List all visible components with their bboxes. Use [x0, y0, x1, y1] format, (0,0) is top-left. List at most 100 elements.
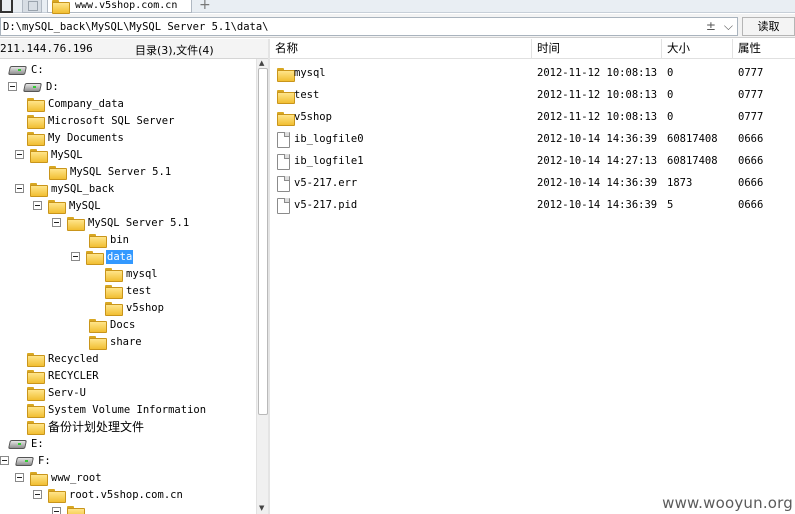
- column-size[interactable]: 大小: [662, 39, 733, 59]
- collapse-icon[interactable]: [52, 218, 61, 227]
- tree-node-label: MySQL Server 5.1: [88, 216, 190, 229]
- tree-node[interactable]: Docs: [89, 316, 136, 333]
- file-attr: 0777: [738, 89, 764, 101]
- file-row[interactable]: v5-217.err 2012-10-14 14:36:39 1873 0666: [270, 173, 795, 195]
- folder-icon: [30, 182, 48, 197]
- file-row[interactable]: ib_logfile1 2012-10-14 14:27:13 60817408 06…: [270, 151, 795, 173]
- tab-site[interactable]: www.v5shop.com.cn: [47, 0, 192, 14]
- drive-icon: [8, 439, 26, 449]
- tree-node[interactable]: MySQL Server 5.1: [49, 163, 172, 180]
- file-icon: [277, 154, 290, 170]
- tree-node-label: MySQL Server 5.1: [70, 165, 172, 178]
- new-tab-button[interactable]: +: [199, 0, 211, 12]
- file-name: v5-217.err: [294, 177, 358, 189]
- tree-node[interactable]: My Documents: [27, 129, 125, 146]
- tree-node[interactable]: F:: [0, 452, 52, 469]
- folder-icon: [27, 386, 45, 401]
- folder-icon: [27, 131, 45, 146]
- collapse-icon[interactable]: [8, 82, 17, 91]
- collapse-icon[interactable]: [33, 490, 42, 499]
- file-name: v5shop: [294, 111, 332, 123]
- file-row[interactable]: v5-217.pid 2012-10-14 14:36:39 5 0666: [270, 195, 795, 217]
- tree-node[interactable]: bin: [89, 231, 130, 248]
- tree-node[interactable]: RECYCLER: [27, 367, 100, 384]
- tree-node[interactable]: root.v5shop.com.cn: [33, 486, 184, 503]
- tree-node[interactable]: mySQL_back: [15, 180, 115, 197]
- collapse-icon[interactable]: [33, 201, 42, 210]
- tree-node[interactable]: System Volume Information: [27, 401, 207, 418]
- tree-node[interactable]: C:: [8, 61, 45, 78]
- tree-node[interactable]: Company_data: [27, 95, 125, 112]
- file-name: test: [294, 89, 320, 101]
- collapse-icon[interactable]: [15, 184, 24, 193]
- file-row[interactable]: ib_logfile0 2012-10-14 14:36:39 60817408 06…: [270, 129, 795, 151]
- folder-icon: [89, 233, 107, 248]
- tree-node[interactable]: E:: [8, 435, 45, 452]
- folder-icon: [27, 352, 45, 367]
- path-input[interactable]: D:\mySQL_back\MySQL\MySQL Server 5.1\dat…: [0, 17, 738, 36]
- file-name: ib_logfile0: [294, 133, 364, 145]
- folder-icon: [27, 420, 45, 435]
- file-size: 0: [667, 67, 674, 79]
- column-name[interactable]: 名称: [270, 39, 532, 59]
- file-row[interactable]: test 2012-11-12 10:08:13 0 0777: [270, 85, 795, 107]
- folder-icon: [89, 335, 107, 350]
- tree-node[interactable]: MySQL: [15, 146, 84, 163]
- scrollbar-thumb[interactable]: [258, 68, 268, 415]
- file-time: 2012-10-14 14:36:39: [537, 199, 658, 211]
- tree-node[interactable]: Serv-U: [27, 384, 87, 401]
- file-icon: [277, 176, 290, 192]
- add-icon[interactable]: ±: [706, 19, 716, 34]
- folder-icon: [277, 112, 295, 126]
- file-time: 2012-11-12 10:08:13: [537, 111, 658, 123]
- tree-node[interactable]: test: [105, 282, 152, 299]
- collapse-icon[interactable]: [15, 473, 24, 482]
- tree-node[interactable]: Recycled: [27, 350, 100, 367]
- file-time: 2012-11-12 10:08:13: [537, 89, 658, 101]
- chevron-down-icon[interactable]: ⌵: [724, 19, 733, 34]
- blank-tab[interactable]: [22, 0, 42, 13]
- folder-icon: [277, 90, 295, 104]
- collapse-icon[interactable]: [52, 507, 61, 514]
- path-bar: D:\mySQL_back\MySQL\MySQL Server 5.1\dat…: [0, 14, 795, 38]
- file-size: 5: [667, 199, 674, 211]
- directory-tree[interactable]: C: D: Company_data Microsoft SQL Server My D…: [0, 59, 255, 514]
- window-icon[interactable]: [0, 0, 13, 13]
- column-attr[interactable]: 属性: [733, 39, 795, 59]
- tree-node-label: Serv-U: [48, 386, 86, 399]
- file-name: ib_logfile1: [294, 155, 364, 167]
- drive-icon: [15, 456, 33, 466]
- collapse-icon[interactable]: [15, 150, 24, 159]
- file-row[interactable]: mysql 2012-11-12 10:08:13 0 0777: [270, 63, 795, 85]
- tree-node-label: bin: [110, 233, 129, 246]
- tree-node[interactable]: MySQL: [33, 197, 102, 214]
- scroll-up-icon[interactable]: ▲: [259, 59, 264, 67]
- tree-node[interactable]: www_root: [15, 469, 103, 486]
- folder-icon: [27, 403, 45, 418]
- tree-node[interactable]: mysql: [105, 265, 159, 282]
- tree-scrollbar[interactable]: ▲ ▼: [256, 59, 268, 514]
- tree-node[interactable]: MySQL Server 5.1: [52, 214, 190, 231]
- file-time: 2012-11-12 10:08:13: [537, 67, 658, 79]
- collapse-icon[interactable]: [0, 456, 9, 465]
- file-time: 2012-10-14 14:36:39: [537, 133, 658, 145]
- file-size: 1873: [667, 177, 693, 189]
- tree-node[interactable]: 备份计划处理文件: [27, 418, 145, 435]
- tree-node[interactable]: Microsoft SQL Server: [27, 112, 175, 129]
- collapse-icon[interactable]: [71, 252, 80, 261]
- folder-icon: [48, 488, 66, 503]
- tree-node[interactable]: data: [71, 248, 134, 265]
- file-time: 2012-10-14 14:36:39: [537, 177, 658, 189]
- file-row[interactable]: v5shop 2012-11-12 10:08:13 0 0777: [270, 107, 795, 129]
- tree-node[interactable]: share: [89, 333, 143, 350]
- folder-icon: [67, 216, 85, 231]
- scroll-down-icon[interactable]: ▼: [259, 504, 264, 512]
- tree-node[interactable]: [52, 503, 89, 514]
- tree-node-label: System Volume Information: [48, 403, 207, 416]
- file-attr: 0666: [738, 133, 764, 145]
- tree-node[interactable]: D:: [8, 78, 60, 95]
- tree-node[interactable]: v5shop: [105, 299, 165, 316]
- column-time[interactable]: 时间: [532, 39, 662, 59]
- read-button[interactable]: 读取: [742, 17, 795, 36]
- folder-icon: [105, 267, 123, 282]
